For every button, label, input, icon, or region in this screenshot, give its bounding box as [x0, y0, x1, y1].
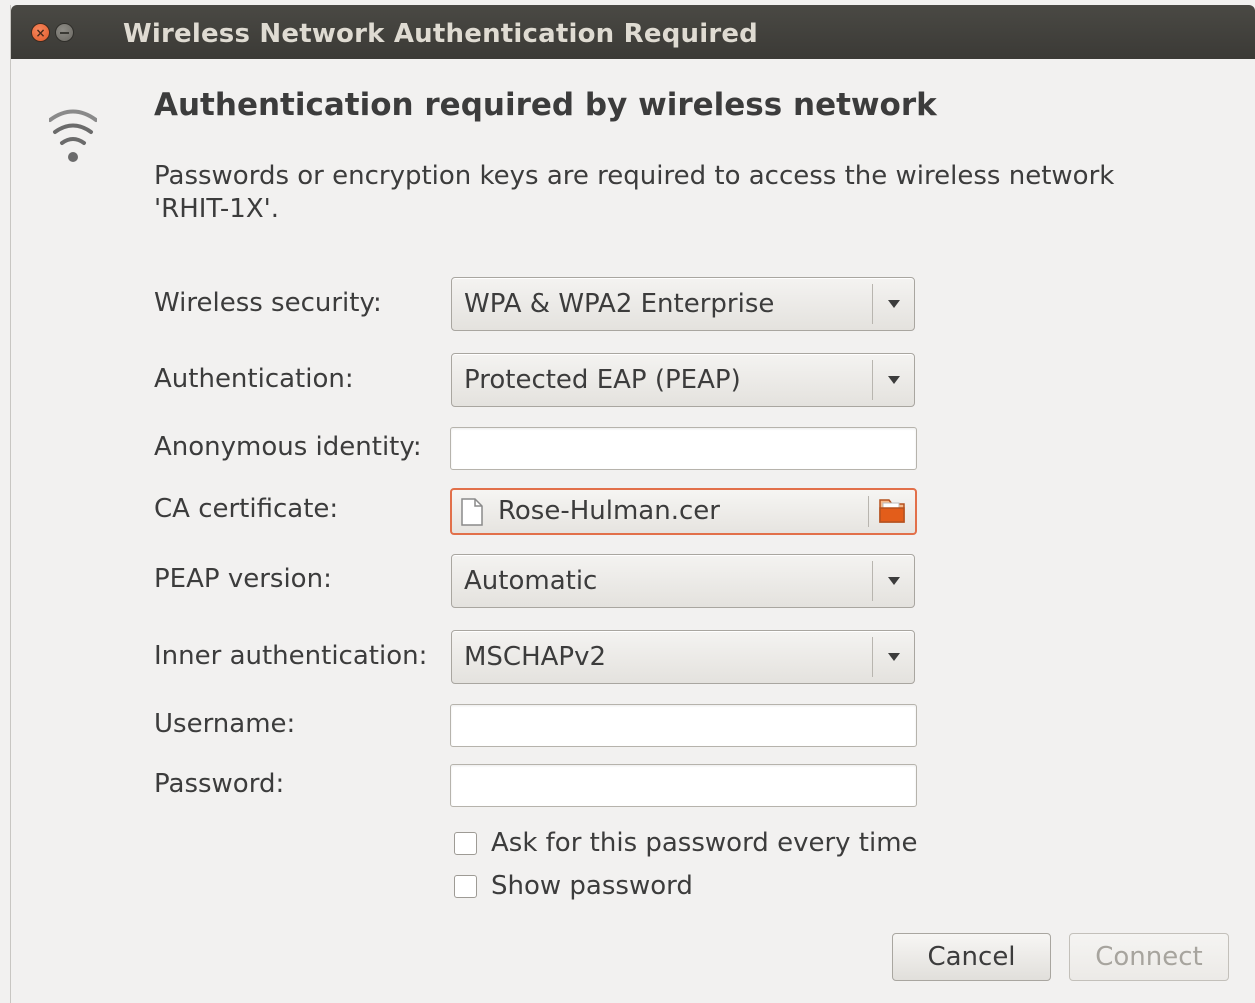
dialog-window: × Wireless Network Authentication Requir…	[10, 5, 1255, 1003]
anonymous-identity-label: Anonymous identity:	[154, 432, 422, 462]
dialog-description: Passwords or encryption keys are require…	[154, 161, 1115, 224]
dropdown-separator	[872, 284, 873, 324]
ca-certificate-file-chooser[interactable]: Rose-Hulman.cer	[450, 488, 917, 535]
chevron-down-icon	[888, 577, 900, 585]
ca-certificate-filename: Rose-Hulman.cer	[498, 496, 720, 526]
wireless-security-label: Wireless security:	[154, 288, 382, 318]
dialog-heading: Authentication required by wireless netw…	[154, 87, 937, 123]
close-button[interactable]: ×	[31, 23, 50, 42]
minimize-icon	[60, 31, 69, 34]
show-password-checkbox-row[interactable]: Show password	[454, 871, 693, 901]
wireless-security-dropdown[interactable]: WPA & WPA2 Enterprise	[451, 277, 915, 331]
username-field[interactable]	[450, 704, 917, 747]
password-field[interactable]	[450, 764, 917, 807]
show-password-checkbox[interactable]	[454, 874, 477, 898]
ca-certificate-label: CA certificate:	[154, 494, 339, 524]
connect-button[interactable]: Connect	[1069, 933, 1229, 981]
authentication-dropdown[interactable]: Protected EAP (PEAP)	[451, 353, 915, 407]
peap-version-label: PEAP version:	[154, 564, 332, 594]
cancel-button[interactable]: Cancel	[892, 933, 1051, 981]
window-title: Wireless Network Authentication Required	[123, 19, 758, 49]
ask-password-label: Ask for this password every time	[491, 828, 918, 858]
ask-password-checkbox[interactable]	[454, 831, 477, 855]
title-bar: × Wireless Network Authentication Requir…	[11, 5, 1255, 59]
folder-icon	[879, 499, 905, 523]
show-password-label: Show password	[491, 871, 693, 901]
chevron-down-icon	[888, 653, 900, 661]
ask-password-checkbox-row[interactable]: Ask for this password every time	[454, 828, 918, 858]
dropdown-separator	[872, 561, 873, 601]
file-chooser-separator	[868, 496, 869, 527]
wireless-security-value: WPA & WPA2 Enterprise	[464, 289, 775, 319]
authentication-value: Protected EAP (PEAP)	[464, 365, 741, 395]
inner-authentication-label: Inner authentication:	[154, 641, 428, 671]
minimize-button[interactable]	[55, 23, 74, 42]
password-label: Password:	[154, 769, 285, 799]
username-label: Username:	[154, 709, 296, 739]
chevron-down-icon	[888, 376, 900, 384]
inner-authentication-dropdown[interactable]: MSCHAPv2	[451, 630, 915, 684]
peap-version-dropdown[interactable]: Automatic	[451, 554, 915, 608]
dropdown-separator	[872, 360, 873, 400]
chevron-down-icon	[888, 300, 900, 308]
wifi-icon	[49, 109, 97, 162]
authentication-label: Authentication:	[154, 364, 354, 394]
dropdown-separator	[872, 637, 873, 677]
peap-version-value: Automatic	[464, 566, 598, 596]
inner-authentication-value: MSCHAPv2	[464, 642, 607, 672]
close-icon: ×	[35, 25, 46, 40]
document-icon	[461, 498, 483, 526]
anonymous-identity-field[interactable]	[450, 427, 917, 470]
